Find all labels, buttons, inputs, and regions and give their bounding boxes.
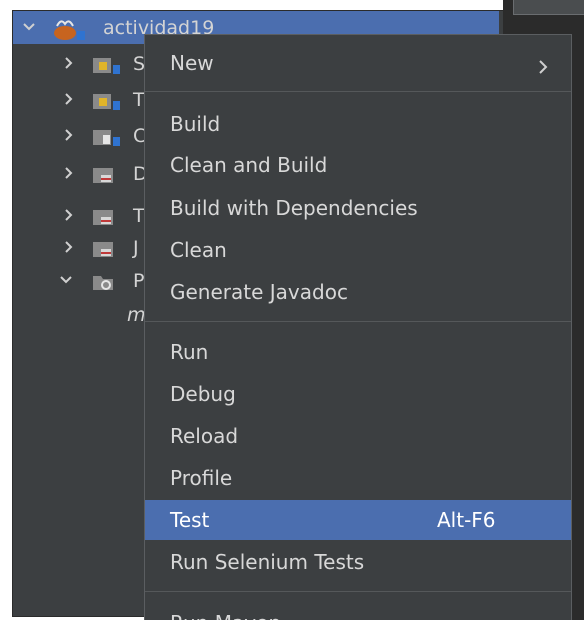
menu-item-label: Generate Javadoc — [170, 280, 348, 304]
tree-node-label: J — [133, 237, 139, 259]
menu-item-label: Run Maven — [170, 611, 281, 620]
chevron-right-icon[interactable] — [62, 160, 80, 188]
menu-item-clean[interactable]: Clean — [145, 230, 571, 270]
menu-item-label: Profile — [170, 466, 233, 490]
chevron-down-icon[interactable] — [22, 14, 40, 42]
menu-item-label: Build — [170, 112, 221, 136]
project-files-folder-icon — [91, 271, 113, 291]
menu-item-run-selenium-tests[interactable]: Run Selenium Tests — [145, 542, 571, 582]
menu-separator — [145, 321, 571, 322]
maven-project-icon — [51, 18, 85, 40]
library-folder-icon — [91, 206, 113, 226]
chevron-right-icon[interactable] — [62, 202, 80, 230]
menu-item-label: Clean and Build — [170, 153, 328, 177]
chevron-right-icon[interactable] — [62, 234, 80, 262]
source-package-icon — [91, 54, 120, 74]
menu-item-debug[interactable]: Debug — [145, 374, 571, 414]
menu-item-build-with-dependencies[interactable]: Build with Dependencies — [145, 188, 571, 228]
menu-item-label: Debug — [170, 382, 236, 406]
menu-item-shortcut: Alt-F6 — [437, 508, 496, 532]
tree-node-label: P — [133, 270, 145, 292]
tree-node-label: m — [127, 304, 146, 326]
menu-item-label: Build with Dependencies — [170, 196, 418, 220]
menu-item-label: Reload — [170, 424, 239, 448]
menu-item-label: Run Selenium Tests — [170, 550, 365, 574]
menu-item-new[interactable]: New — [145, 43, 571, 83]
menu-item-build[interactable]: Build — [145, 104, 571, 144]
library-folder-icon — [91, 164, 113, 184]
menu-item-label: Run — [170, 340, 209, 364]
menu-item-test[interactable]: Test Alt-F6 — [145, 500, 571, 540]
menu-item-label: Test — [170, 508, 210, 532]
other-sources-icon — [91, 126, 120, 146]
menu-item-label: Clean — [170, 238, 227, 262]
test-package-icon — [91, 90, 120, 110]
submenu-arrow-icon — [537, 616, 549, 620]
menu-item-label: New — [170, 51, 214, 75]
tree-node-label: T — [133, 89, 145, 111]
chevron-right-icon[interactable] — [62, 86, 80, 114]
library-folder-icon — [91, 238, 113, 258]
menu-separator — [145, 91, 571, 92]
menu-item-profile[interactable]: Profile — [145, 458, 571, 498]
menu-item-clean-and-build[interactable]: Clean and Build — [145, 145, 571, 185]
menu-item-run[interactable]: Run — [145, 332, 571, 372]
editor-tab[interactable] — [513, 0, 584, 15]
submenu-arrow-icon — [537, 56, 549, 80]
chevron-down-icon[interactable] — [59, 267, 77, 295]
tree-node-label: T — [133, 205, 145, 227]
chevron-right-icon[interactable] — [62, 122, 80, 150]
menu-item-reload[interactable]: Reload — [145, 416, 571, 456]
chevron-right-icon[interactable] — [62, 50, 80, 78]
menu-separator — [145, 591, 571, 592]
context-menu: New Build Clean and Build Build with Dep… — [144, 34, 572, 620]
menu-item-run-maven[interactable]: Run Maven — [145, 603, 571, 620]
menu-item-generate-javadoc[interactable]: Generate Javadoc — [145, 272, 571, 312]
